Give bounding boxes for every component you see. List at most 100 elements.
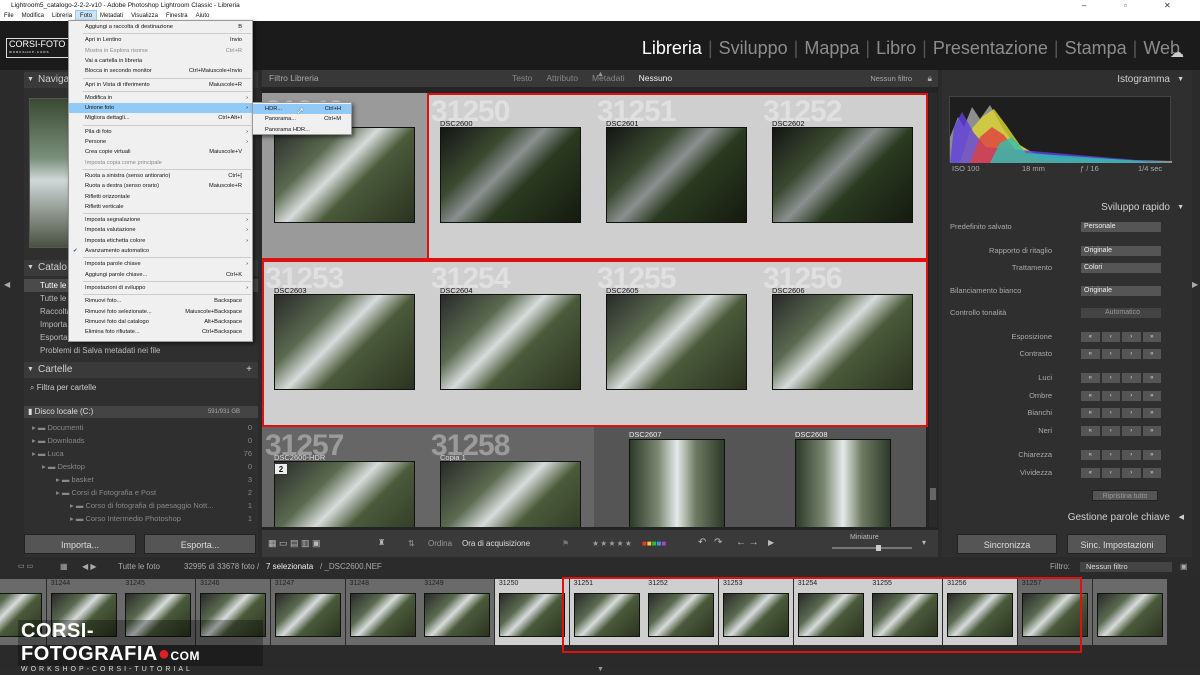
menu-item[interactable]: Rifletti verticale <box>69 202 252 212</box>
step-button[interactable]: « <box>1081 349 1100 359</box>
folder-row[interactable]: ▸ ▬ Documenti 0 <box>24 421 258 434</box>
step-button[interactable]: » <box>1142 408 1161 418</box>
histogram[interactable] <box>949 96 1172 163</box>
step-button[interactable]: » <box>1142 468 1161 478</box>
rotate-left-icon[interactable]: ↶ <box>698 537 706 548</box>
step-button[interactable]: › <box>1122 373 1141 383</box>
tone-stepper[interactable]: «‹ ›» <box>1081 373 1161 383</box>
lock-icon[interactable]: 🔒︎ <box>927 70 932 87</box>
menu-item[interactable]: Imposta etichetta colore › <box>69 236 252 246</box>
photo-thumbnail[interactable] <box>629 439 725 527</box>
menu-item[interactable]: Persone › <box>69 137 252 147</box>
filter-icon[interactable]: ▣ <box>1180 560 1188 574</box>
photo-thumbnail[interactable] <box>274 461 415 527</box>
step-button[interactable]: › <box>1122 468 1141 478</box>
step-button[interactable]: » <box>1142 332 1161 342</box>
maximize-icon[interactable]: ▫ <box>1124 0 1127 11</box>
menu-item[interactable]: Apri in Vista di riferimento Maiuscole+R <box>69 80 252 90</box>
tone-stepper[interactable]: «‹ ›» <box>1081 408 1161 418</box>
triangle-up-icon[interactable]: ▲ <box>597 71 604 78</box>
photo-thumbnail[interactable] <box>795 439 891 527</box>
menu-item[interactable]: Aggiungi parole chiave... Ctrl+K <box>69 270 252 280</box>
navigator-preview[interactable] <box>29 98 69 248</box>
menu-item[interactable]: Rimuovi foto dal catalogo Alt+Backspace <box>69 317 252 327</box>
menu-item[interactable]: Rifletti orizzontale <box>69 192 252 202</box>
menu-item[interactable]: Imposta valutazione › <box>69 225 252 235</box>
step-button[interactable]: › <box>1122 450 1141 460</box>
step-button[interactable]: ‹ <box>1101 332 1120 342</box>
step-button[interactable]: ‹ <box>1101 391 1120 401</box>
filter-select[interactable]: Nessun filtro <box>1080 562 1172 572</box>
step-button[interactable]: « <box>1081 408 1100 418</box>
step-button[interactable]: » <box>1142 349 1161 359</box>
photo-thumbnail[interactable] <box>440 461 581 527</box>
sort-select[interactable]: Ora di acquisizione <box>462 539 530 548</box>
step-button[interactable]: ‹ <box>1101 468 1120 478</box>
wb-select[interactable]: Originale <box>1081 286 1161 296</box>
stack-badge[interactable]: 2 <box>274 463 288 475</box>
step-button[interactable]: › <box>1122 332 1141 342</box>
photo-thumbnail[interactable] <box>274 127 415 223</box>
module-stampa[interactable]: Stampa <box>1059 38 1133 59</box>
crop-select[interactable]: Originale <box>1081 246 1161 256</box>
folder-row[interactable]: ▸ ▬ Corsi di Fotografia e Post 2 <box>24 486 258 499</box>
menu-item[interactable]: Apri in Lentino Invio <box>69 35 252 45</box>
module-mappa[interactable]: Mappa <box>798 38 865 59</box>
folder-row[interactable]: ▸ ▬ Corso Intermedio Photoshop 1 <box>24 512 258 525</box>
submenu-item[interactable]: Panorama HDR... <box>253 125 351 135</box>
rotate-right-icon[interactable]: ↷ <box>714 537 722 548</box>
minimize-icon[interactable]: – <box>1082 0 1086 11</box>
chevron-down-icon[interactable]: ▾ <box>922 538 926 547</box>
catalog-item[interactable]: Problemi di Salva metadati nei file <box>24 344 258 357</box>
tone-stepper[interactable]: «‹ ›» <box>1081 468 1161 478</box>
step-button[interactable]: » <box>1142 373 1161 383</box>
module-libro[interactable]: Libro <box>870 38 922 59</box>
menu-item[interactable]: Ruota a sinistra (senso antiorario) Ctrl+… <box>69 171 252 181</box>
filter-preset[interactable]: Nessun filtro <box>870 70 912 87</box>
triangle-down-icon[interactable]: ▼ <box>597 666 604 673</box>
arrows-icon[interactable]: ← → <box>736 537 759 548</box>
cloud-icon[interactable]: ☁ <box>1170 44 1190 60</box>
filmstrip-cell[interactable]: 31248 <box>345 579 420 645</box>
folder-filter[interactable]: ⌕ Filtra per cartelle <box>30 383 96 393</box>
grid-cell[interactable]: DSC2607 <box>594 427 760 527</box>
menu-item[interactable]: Imposta copia come principale <box>69 158 252 168</box>
sort-icon[interactable]: ⇅ <box>408 539 415 548</box>
grid-view-icon[interactable]: ▦ ▭ ▤ ▥ ▣ <box>268 538 321 549</box>
menu-modifica[interactable]: Modifica <box>18 11 48 21</box>
auto-tone-button[interactable]: Automatico <box>1081 308 1161 318</box>
menu-item[interactable]: Imposta segnalazione › <box>69 215 252 225</box>
menu-item[interactable]: Unione foto › <box>69 103 252 114</box>
folders-header[interactable]: ▼ Cartelle + <box>24 362 258 378</box>
tone-stepper[interactable]: «‹ ›» <box>1081 349 1161 359</box>
step-button[interactable]: « <box>1081 468 1100 478</box>
grid-cell[interactable]: DSC2608 <box>760 427 926 527</box>
play-icon[interactable]: ▶ <box>768 538 774 547</box>
menu-item[interactable]: Ruota a destra (senso orario) Maiuscole+R <box>69 181 252 191</box>
thumbnail-slider[interactable] <box>832 545 912 551</box>
tone-stepper[interactable]: «‹ ›» <box>1081 391 1161 401</box>
menu-item[interactable]: Elimina foto rifiutate... Ctrl+Backspace <box>69 327 252 337</box>
color-labels[interactable]: ■■■■■ <box>642 539 666 548</box>
folder-row[interactable]: ▸ ▬ Corso di fotografia di paesaggio Not… <box>24 499 258 512</box>
menu-item[interactable]: Pila di foto › <box>69 127 252 137</box>
folder-row[interactable]: ▸ ▬ Luca 76 <box>24 447 258 460</box>
menu-item[interactable]: Migliora dettagli... Ctrl+Alt+I <box>69 113 252 123</box>
filmstrip-cell[interactable] <box>1092 579 1167 645</box>
step-button[interactable]: » <box>1142 426 1161 436</box>
screen-icons[interactable]: ▭ ▭ <box>18 560 33 574</box>
sync-settings-button[interactable]: Sinc. Impostazioni <box>1067 534 1167 554</box>
reset-all-button[interactable]: Ripristina tutto <box>1092 490 1158 501</box>
step-button[interactable]: « <box>1081 426 1100 436</box>
grid-cell[interactable]: 31257 DSC2600-HDR 2 <box>262 427 428 527</box>
folder-row[interactable]: ▸ ▬ Downloads 0 <box>24 434 258 447</box>
tone-stepper[interactable]: «‹ ›» <box>1081 426 1161 436</box>
menu-item[interactable]: Imposta parole chiave › <box>69 259 252 269</box>
menu-file[interactable]: File <box>0 11 18 21</box>
filter-tab-nessuno[interactable]: Nessuno <box>639 70 673 87</box>
step-button[interactable]: « <box>1081 332 1100 342</box>
quick-develop-header[interactable]: Sviluppo rapido ▼ <box>942 200 1192 216</box>
menu-item[interactable]: ✔ Avanzamento automatico <box>69 246 252 256</box>
step-button[interactable]: ‹ <box>1101 408 1120 418</box>
filmstrip-cell[interactable]: 31247 <box>270 579 345 645</box>
